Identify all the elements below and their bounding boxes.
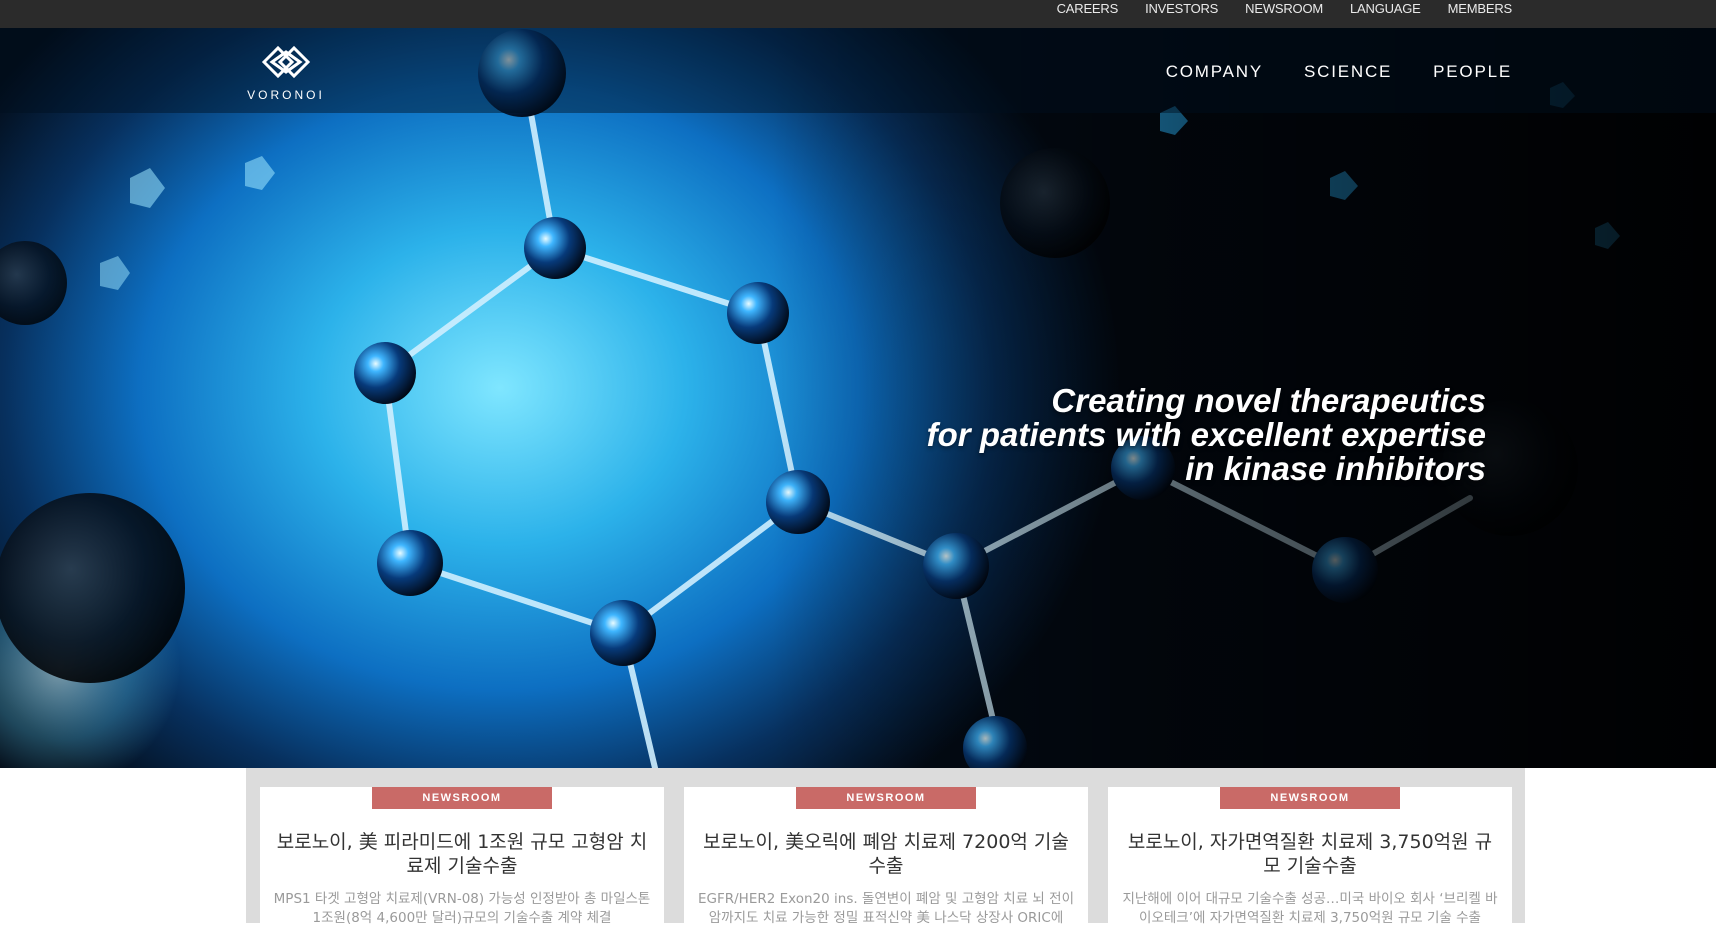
news-title[interactable]: 보로노이, 美 피라미드에 1조원 규모 고형암 치료제 기술수출 bbox=[272, 830, 652, 878]
news-card[interactable]: NEWSROOM 보로노이, 자가면역질환 치료제 3,750억원 규모 기술수… bbox=[1108, 787, 1512, 937]
news-title[interactable]: 보로노이, 자가면역질환 치료제 3,750억원 규모 기술수출 bbox=[1120, 830, 1500, 878]
news-card[interactable]: NEWSROOM 보로노이, 美오릭에 폐암 치료제 7200억 기술수출 EG… bbox=[684, 787, 1088, 937]
main-nav: COMPANY SCIENCE PEOPLE bbox=[1125, 62, 1512, 82]
brand-name: VORONOI bbox=[247, 88, 325, 102]
brand-logo[interactable]: VORONOI bbox=[246, 38, 326, 108]
tagline-line-2: for patients with excellent expertise bbox=[926, 416, 1486, 453]
news-description: EGFR/HER2 Exon20 ins. 돌연변이 폐암 및 고형암 치료 뇌… bbox=[698, 891, 1074, 926]
utility-link-members[interactable]: MEMBERS bbox=[1448, 0, 1513, 17]
nav-people[interactable]: PEOPLE bbox=[1433, 62, 1512, 82]
hero-banner: Creating novel therapeutics for patients… bbox=[0, 28, 1716, 768]
news-section: NEWSROOM 보로노이, 美 피라미드에 1조원 규모 고형암 치료제 기술… bbox=[246, 768, 1525, 937]
utility-link-newsroom[interactable]: NEWSROOM bbox=[1245, 0, 1323, 17]
nav-company[interactable]: COMPANY bbox=[1166, 62, 1263, 82]
utility-bar: CAREERS INVESTORS NEWSROOM LANGUAGE MEMB… bbox=[0, 0, 1716, 28]
utility-link-careers[interactable]: CAREERS bbox=[1057, 0, 1119, 17]
hero-tagline: Creating novel therapeutics for patients… bbox=[927, 384, 1486, 486]
utility-link-language[interactable]: LANGUAGE bbox=[1350, 0, 1421, 17]
news-tag: NEWSROOM bbox=[1220, 787, 1400, 809]
main-header: VORONOI COMPANY SCIENCE PEOPLE bbox=[0, 28, 1716, 113]
nav-science[interactable]: SCIENCE bbox=[1304, 62, 1392, 82]
utility-menu: CAREERS INVESTORS NEWSROOM LANGUAGE MEMB… bbox=[1030, 0, 1513, 17]
utility-link-investors[interactable]: INVESTORS bbox=[1145, 0, 1218, 17]
news-card[interactable]: NEWSROOM 보로노이, 美 피라미드에 1조원 규모 고형암 치료제 기술… bbox=[260, 787, 664, 937]
voronoi-logo-icon bbox=[261, 45, 311, 79]
news-title[interactable]: 보로노이, 美오릭에 폐암 치료제 7200억 기술수출 bbox=[696, 830, 1076, 878]
tagline-line-1: Creating novel therapeutics bbox=[1051, 382, 1486, 419]
news-tag: NEWSROOM bbox=[372, 787, 552, 809]
news-description: MPS1 타겟 고형암 치료제(VRN-08) 가능성 인정받아 총 마일스톤 … bbox=[273, 891, 651, 926]
news-description: 지난해에 이어 대규모 기술수출 성공…미국 바이오 회사 ‘브리켈 바이오테크… bbox=[1122, 891, 1498, 926]
tagline-line-3: in kinase inhibitors bbox=[1185, 450, 1486, 487]
news-tag: NEWSROOM bbox=[796, 787, 976, 809]
